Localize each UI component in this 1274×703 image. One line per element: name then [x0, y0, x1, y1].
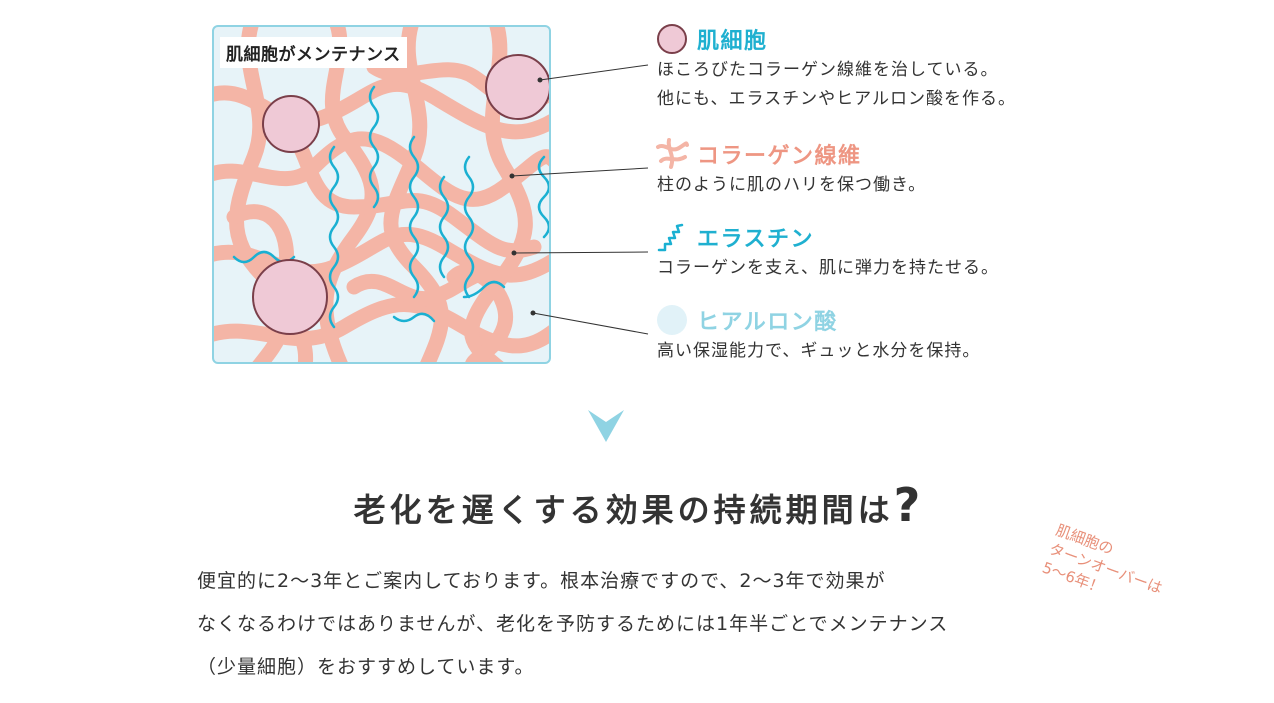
- skin-cell: [485, 54, 549, 120]
- question-mark: ?: [893, 478, 921, 532]
- body-line: なくなるわけではありませんが、老化を予防するためには1年半ごとでメンテナンス: [197, 613, 949, 635]
- legend-description: コラーゲンを支え、肌に弾力を持たせる。: [657, 258, 999, 278]
- legend-label: コラーゲン線維: [697, 144, 862, 169]
- elastin-icon: [657, 223, 684, 252]
- legend-description: ほころびたコラーゲン線維を治している。: [657, 60, 999, 80]
- elastin-fiber: [392, 312, 436, 323]
- skin-structure-diagram: 肌細胞がメンテナンス: [212, 25, 551, 364]
- diagram-title: 肌細胞がメンテナンス: [220, 37, 407, 68]
- legend-item-hyaluronic: ヒアルロン酸 高い保湿能力で、ギュッと水分を保持。: [655, 303, 980, 366]
- legend-item-elastin: エラスチン コラーゲンを支え、肌に弾力を持たせる。: [655, 220, 999, 283]
- body-line: 便宜的に2〜3年とご案内しております。根本治療ですので、2〜3年で効果が: [197, 570, 886, 592]
- body-line: （少量細胞）をおすすめしています。: [197, 656, 535, 678]
- legend-label: エラスチン: [697, 227, 815, 252]
- diagram-illustration: [214, 27, 549, 362]
- legend-description: 高い保湿能力で、ギュッと水分を保持。: [657, 341, 981, 361]
- legend-description: 他にも、エラスチンやヒアルロン酸を作る。: [657, 89, 1016, 109]
- legend-description: 柱のように肌のハリを保つ働き。: [657, 175, 927, 195]
- skin-cell: [262, 95, 320, 153]
- legend-label: 肌細胞: [697, 29, 768, 54]
- legend-item-cell: 肌細胞 ほころびたコラーゲン線維を治している。 他にも、エラスチンやヒアルロン酸…: [655, 22, 1016, 114]
- body-text: 便宜的に2〜3年とご案内しております。根本治療ですので、2〜3年で効果が なくな…: [197, 560, 1097, 689]
- section-title: 老化を遅くする効果の持続期間は?: [0, 478, 1274, 532]
- elastin-fiber: [537, 155, 549, 239]
- chevron-down-icon: [588, 410, 624, 442]
- section-title-text: 老化を遅くする効果の持続期間は: [353, 491, 894, 529]
- hyaluronic-acid-icon: [657, 305, 687, 335]
- skin-cell: [252, 259, 328, 335]
- collagen-fiber-icon: [656, 138, 689, 169]
- cell-icon: [657, 24, 687, 54]
- legend-label: ヒアルロン酸: [697, 310, 838, 335]
- leader-line-cell: [539, 64, 649, 81]
- legend-item-collagen: コラーゲン線維 柱のように肌のハリを保つ働き。: [655, 137, 926, 200]
